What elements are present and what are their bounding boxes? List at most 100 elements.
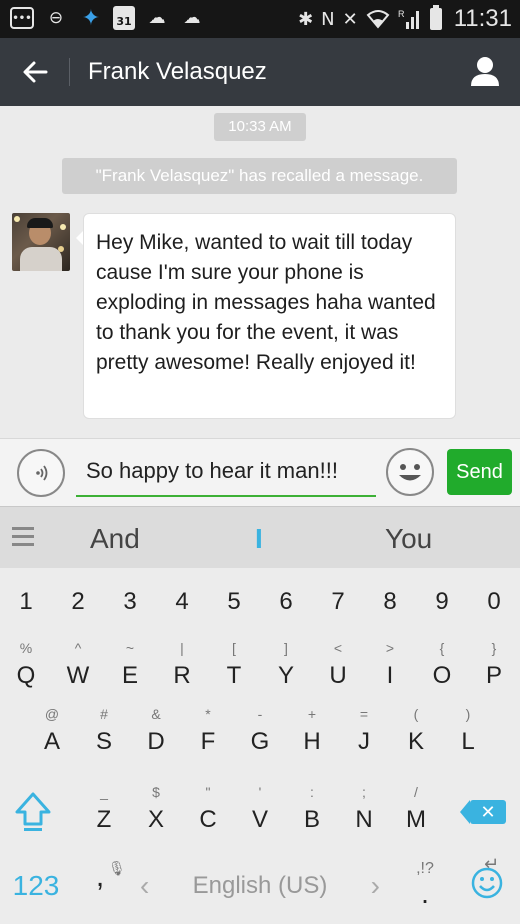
key-u[interactable]: < U	[312, 636, 364, 700]
key-c[interactable]: " C	[182, 780, 234, 844]
key-7[interactable]: 7	[312, 570, 364, 630]
key-5[interactable]: 5	[208, 570, 260, 630]
suggestion-right[interactable]: You	[385, 523, 432, 555]
app-icon: ✦	[81, 5, 101, 31]
key-n[interactable]: ; N	[338, 780, 390, 844]
key-hint: ]	[284, 640, 288, 656]
key-hint: %	[19, 640, 33, 656]
period-key[interactable]: ,!? .	[400, 860, 450, 910]
key-label: 3	[123, 588, 137, 615]
key-v[interactable]: ' V	[234, 780, 286, 844]
key-x[interactable]: $ X	[130, 780, 182, 844]
key-4[interactable]: 4	[156, 570, 208, 630]
key-hint: ;	[362, 784, 366, 800]
bluetooth-icon: ✱	[298, 8, 314, 30]
key-hint: $	[152, 784, 160, 800]
key-t[interactable]: [T	[208, 636, 260, 700]
key-label: L	[461, 728, 475, 755]
key-e[interactable]: ~ E	[104, 636, 156, 700]
key-label: X	[147, 806, 164, 833]
chevron-left-icon: ‹	[140, 870, 150, 901]
period-hint: ,!?	[416, 860, 434, 877]
key-s[interactable]: # S	[78, 702, 130, 766]
nfc-icon: N	[321, 8, 335, 30]
key-d[interactable]: & D	[130, 702, 182, 766]
key-a[interactable]: @ A	[26, 702, 78, 766]
message-input[interactable]	[76, 449, 376, 493]
key-label: K	[407, 728, 424, 755]
key-g[interactable]: -G	[234, 702, 286, 766]
suggestion-left[interactable]: And	[90, 523, 140, 555]
key-label: T	[226, 662, 242, 689]
emoji-button[interactable]	[386, 448, 434, 496]
keyboard: 1 2 3 4 5 6 7 8 9 0% Q ^ W ~ E | R[T] Y < U > I{O} P @ A # S & D * F - G…	[0, 568, 520, 924]
shift-icon[interactable]	[12, 790, 54, 834]
key-label: A	[43, 728, 60, 755]
avatar-lights	[14, 216, 20, 222]
microphone-icon: 🎙	[108, 860, 126, 876]
key-label: Q	[16, 662, 36, 689]
mode-key[interactable]: 123	[6, 864, 66, 908]
key-label: 0	[487, 588, 501, 615]
key-3[interactable]: 3	[104, 570, 156, 630]
key-k[interactable]: (K	[390, 702, 442, 766]
key-hint: |	[180, 640, 184, 656]
key-hint: ~	[125, 640, 135, 656]
key-z[interactable]: _ Z	[78, 780, 130, 844]
comma-key[interactable]: 🎙 ,	[80, 860, 126, 910]
key-h[interactable]: + H	[286, 702, 338, 766]
key-8[interactable]: 8	[364, 570, 416, 630]
voice-input-button[interactable]	[17, 449, 65, 497]
send-button[interactable]: Send	[447, 449, 512, 495]
key-label: U	[329, 662, 347, 689]
key-label: 9	[435, 588, 449, 615]
menu-icon[interactable]	[12, 527, 34, 547]
key-f[interactable]: * F	[182, 702, 234, 766]
suggestion-middle[interactable]: I	[255, 523, 263, 555]
key-hint: :	[310, 784, 314, 800]
key-hint: *	[205, 706, 211, 722]
key-m[interactable]: / M	[390, 780, 442, 844]
key-i[interactable]: > I	[364, 636, 416, 700]
signal-label: R	[398, 9, 405, 19]
key-p[interactable]: } P	[468, 636, 520, 700]
key-j[interactable]: = J	[338, 702, 390, 766]
key-9[interactable]: 9	[416, 570, 468, 630]
profile-icon[interactable]	[468, 54, 502, 88]
recall-notice: "Frank Velasquez" has recalled a message…	[62, 158, 457, 194]
key-label: 6	[279, 588, 293, 615]
key-w[interactable]: ^ W	[52, 636, 104, 700]
key-label: I	[386, 662, 394, 689]
message-bubble[interactable]: Hey Mike, wanted to wait till today caus…	[83, 213, 456, 419]
wechat-icon: ☁	[148, 8, 166, 28]
key-label: M	[406, 806, 426, 833]
key-6[interactable]: 6	[260, 570, 312, 630]
chat-area[interactable]: 10:33 AM "Frank Velasquez" has recalled …	[0, 106, 520, 438]
key-label: C	[199, 806, 217, 833]
key-hint: (	[413, 706, 419, 722]
key-y[interactable]: ] Y	[260, 636, 312, 700]
key-o[interactable]: {O	[416, 636, 468, 700]
app-bar-divider	[69, 58, 70, 86]
key-label: W	[66, 662, 90, 689]
emoji-key-icon[interactable]	[470, 866, 504, 906]
back-arrow-icon[interactable]	[18, 54, 54, 90]
key-0[interactable]: 0	[468, 570, 520, 630]
key-hint: #	[100, 706, 108, 722]
key-label: O	[432, 662, 452, 689]
key-label: J	[358, 728, 370, 755]
key-2[interactable]: 2	[52, 570, 104, 630]
avatar[interactable]	[12, 213, 70, 271]
key-label: G	[250, 728, 270, 755]
key-l[interactable]: ) L	[442, 702, 494, 766]
key-r[interactable]: | R	[156, 636, 208, 700]
key-label: 7	[331, 588, 345, 615]
key-b[interactable]: :B	[286, 780, 338, 844]
key-1[interactable]: 1	[0, 570, 52, 630]
page-title: Frank Velasquez	[88, 58, 267, 85]
space-key[interactable]: ‹ English (US) ›	[130, 864, 390, 908]
backspace-icon[interactable]: ✕	[460, 800, 506, 824]
key-label: P	[485, 662, 502, 689]
smiley-icon	[399, 464, 421, 481]
key-q[interactable]: % Q	[0, 636, 52, 700]
